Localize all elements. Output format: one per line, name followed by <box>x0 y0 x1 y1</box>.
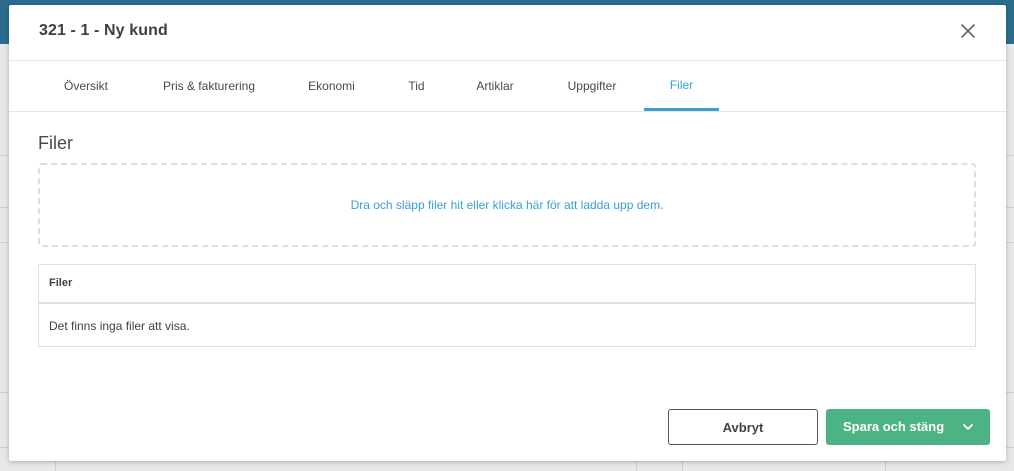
tab-ekonomi[interactable]: Ekonomi <box>294 61 369 111</box>
tab-oversikt[interactable]: Översikt <box>45 61 127 111</box>
dropzone-text: Dra och släpp filer hit eller klicka här… <box>350 198 664 212</box>
modal-header: 321 - 1 - Ny kund <box>9 5 1006 61</box>
chevron-down-icon[interactable] <box>961 421 975 433</box>
tab-uppgifter[interactable]: Uppgifter <box>554 61 630 111</box>
file-dropzone[interactable]: Dra och släpp filer hit eller klicka här… <box>38 163 976 247</box>
files-table: Filer Det finns inga filer att visa. <box>38 264 976 347</box>
tab-pris-fakturering[interactable]: Pris & fakturering <box>148 61 270 111</box>
tab-label: Ekonomi <box>308 79 355 93</box>
tab-filer[interactable]: Filer <box>644 61 719 111</box>
section-title: Filer <box>38 133 73 153</box>
tab-artiklar[interactable]: Artiklar <box>460 61 530 111</box>
close-icon[interactable] <box>959 22 977 40</box>
save-button-label: Spara och stäng <box>843 419 945 434</box>
cancel-button[interactable]: Avbryt <box>668 409 818 445</box>
tab-label: Pris & fakturering <box>162 79 256 93</box>
tab-label: Uppgifter <box>567 79 617 93</box>
save-and-close-button[interactable]: Spara och stäng <box>826 409 990 445</box>
tab-label: Tid <box>408 79 425 93</box>
tab-label: Artiklar <box>476 79 514 93</box>
column-header-filer: Filer <box>49 277 73 289</box>
tab-label: Översikt <box>63 79 108 93</box>
modal-title: 321 - 1 - Ny kund <box>39 22 168 39</box>
customer-modal: 321 - 1 - Ny kund Översikt Pris & faktur… <box>9 5 1006 461</box>
modal-tabs: Översikt Pris & fakturering Ekonomi Tid … <box>9 61 1006 112</box>
cancel-button-label: Avbryt <box>722 419 764 435</box>
tab-tid[interactable]: Tid <box>394 61 439 111</box>
table-header: Filer <box>39 265 975 304</box>
empty-state-text: Det finns inga filer att visa. <box>49 319 190 333</box>
tab-label: Filer <box>669 77 694 92</box>
